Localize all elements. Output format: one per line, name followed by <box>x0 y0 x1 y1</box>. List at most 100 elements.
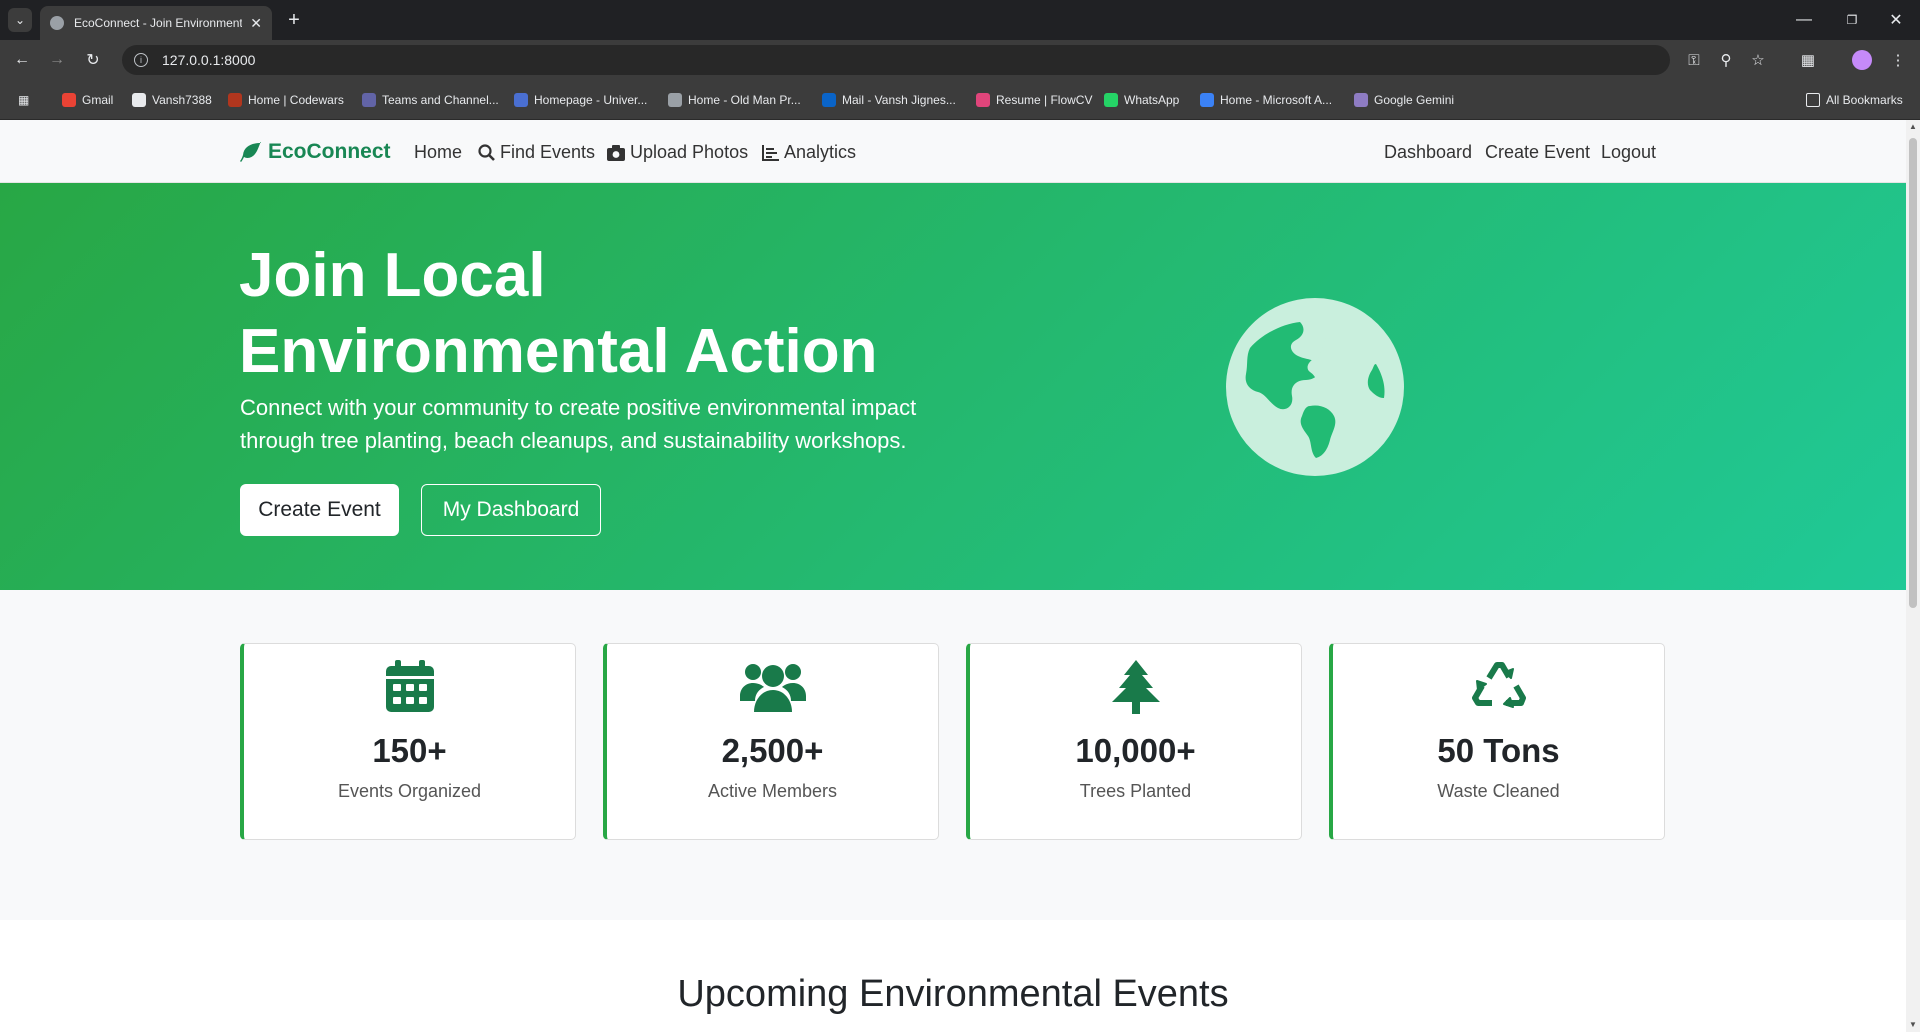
bookmark-item[interactable]: Teams and Channel... <box>362 92 499 108</box>
scroll-down-arrow-icon[interactable]: ▼ <box>1908 1020 1918 1030</box>
bookmark-item[interactable]: Mail - Vansh Jignes... <box>822 92 956 108</box>
bookmark-item[interactable]: Home - Microsoft A... <box>1200 92 1332 108</box>
camera-icon <box>607 144 625 161</box>
nav-home[interactable]: Home <box>414 142 462 163</box>
hero-dashboard-button[interactable]: My Dashboard <box>421 484 601 536</box>
bookmark-item[interactable]: Home | Codewars <box>228 92 344 108</box>
stat-value: 2,500+ <box>721 732 824 769</box>
bookmark-star-icon[interactable]: ☆ <box>1747 48 1769 72</box>
bookmark-item[interactable]: Homepage - Univer... <box>514 92 647 108</box>
bookmark-label: Mail - Vansh Jignes... <box>842 93 956 107</box>
stat-label: Trees Planted <box>1079 781 1192 801</box>
tree-icon <box>970 660 1301 714</box>
stat-value: 150+ <box>372 732 447 769</box>
stat-label: Waste Cleaned <box>1437 781 1560 801</box>
folder-icon <box>1806 93 1820 107</box>
bookmark-item[interactable]: Vansh7388 <box>132 92 212 108</box>
stat-label: Events Organized <box>337 781 482 801</box>
globe-icon <box>1226 298 1404 476</box>
address-url: 127.0.0.1:8000 <box>162 52 256 68</box>
hero-section: Join Local Environmental Action Connect … <box>0 183 1906 590</box>
page-scrollbar[interactable]: ▲ ▼ <box>1906 120 1920 1032</box>
nav-find-events-label: Find Events <box>500 142 596 162</box>
new-tab-button[interactable]: + <box>282 8 306 32</box>
bookmark-label: Home - Microsoft A... <box>1220 93 1333 107</box>
scroll-up-arrow-icon[interactable]: ▲ <box>1908 122 1918 132</box>
bookmark-label: Homepage - Univer... <box>534 93 648 107</box>
nav-create-event[interactable]: Create Event <box>1485 142 1590 163</box>
stat-card-members: 2,500+ Active Members <box>603 643 939 840</box>
calendar-icon <box>244 660 575 712</box>
bookmark-favicon-icon <box>132 93 146 107</box>
password-key-icon[interactable]: ⚿ <box>1683 48 1705 72</box>
apps-grid-icon[interactable]: ▦ <box>18 92 29 108</box>
address-bar[interactable]: i 127.0.0.1:8000 <box>122 45 1670 75</box>
browser-toolbar: ← → ↻ i 127.0.0.1:8000 ⚿ ⚲ ☆ ▦ ⋮ <box>0 40 1920 80</box>
bookmark-label: Google Gemini <box>1374 93 1455 107</box>
bookmark-label: Vansh7388 <box>152 93 212 107</box>
bookmark-item[interactable]: WhatsApp <box>1104 92 1179 108</box>
stat-label: Active Members <box>707 781 838 801</box>
stat-card-events: 150+ Events Organized <box>240 643 576 840</box>
page-viewport: EcoConnect Home Find Events Upload Photo… <box>0 120 1906 1032</box>
site-info-icon[interactable]: i <box>134 53 148 67</box>
recycle-icon <box>1333 660 1664 712</box>
nav-analytics-label: Analytics <box>784 142 857 162</box>
all-bookmarks-label: All Bookmarks <box>1826 93 1903 107</box>
forward-button[interactable]: → <box>45 48 69 72</box>
nav-upload-photos-label: Upload Photos <box>630 142 749 162</box>
brand-name: EcoConnect <box>268 140 391 163</box>
leaf-icon <box>240 142 261 162</box>
stats-section: 150+ Events Organized 2,500+ Active Memb… <box>0 590 1906 920</box>
stat-card-waste: 50 Tons Waste Cleaned <box>1329 643 1665 840</box>
hero-title: Join Local Environmental Action <box>239 238 939 390</box>
users-icon <box>607 660 938 712</box>
bookmark-item[interactable]: Resume | FlowCV <box>976 92 1092 108</box>
profile-avatar[interactable] <box>1851 48 1873 72</box>
bookmark-item[interactable]: Home - Old Man Pr... <box>668 92 801 108</box>
extensions-icon[interactable]: ▦ <box>1797 48 1819 72</box>
restore-button[interactable]: ❐ <box>1828 0 1876 40</box>
bookmark-favicon-icon <box>822 93 836 107</box>
nav-find-events[interactable]: Find Events <box>478 142 595 163</box>
bookmark-favicon-icon <box>1200 93 1214 107</box>
bookmark-favicon-icon <box>976 93 990 107</box>
hero-create-event-button[interactable]: Create Event <box>240 484 399 536</box>
close-window-button[interactable]: ✕ <box>1872 0 1920 40</box>
all-bookmarks-button[interactable]: All Bookmarks <box>1806 92 1903 108</box>
tab-search-button[interactable]: ⌄ <box>8 8 32 32</box>
tab-favicon-icon <box>50 16 64 30</box>
bookmark-item[interactable]: Google Gemini <box>1354 92 1454 108</box>
bookmark-label: WhatsApp <box>1124 93 1180 107</box>
reload-button[interactable]: ↻ <box>81 48 105 72</box>
bookmark-label: Teams and Channel... <box>382 93 499 107</box>
hero-subtitle: Connect with your community to create po… <box>240 391 920 457</box>
hero-subtitle-line1: Connect with your community to create po… <box>240 395 917 420</box>
scrollbar-thumb[interactable] <box>1909 138 1917 608</box>
bookmark-favicon-icon <box>668 93 682 107</box>
tab-close-icon[interactable]: ✕ <box>250 15 262 32</box>
stat-card-trees: 10,000+ Trees Planted <box>966 643 1302 840</box>
brand-link[interactable]: EcoConnect <box>240 140 391 164</box>
browser-menu-icon[interactable]: ⋮ <box>1887 48 1909 72</box>
nav-upload-photos[interactable]: Upload Photos <box>607 142 748 163</box>
back-button[interactable]: ← <box>10 48 34 72</box>
nav-analytics[interactable]: Analytics <box>762 142 856 163</box>
tab-title: EcoConnect - Join Environment <box>74 16 243 30</box>
bookmarks-bar: ▦ Gmail Vansh7388 Home | Codewars Teams and… <box>0 80 1920 120</box>
zoom-icon[interactable]: ⚲ <box>1715 48 1737 72</box>
bookmark-favicon-icon <box>1354 93 1368 107</box>
bookmark-favicon-icon <box>514 93 528 107</box>
stat-value: 10,000+ <box>1075 732 1196 769</box>
bookmark-label: Home | Codewars <box>248 93 344 107</box>
stat-value: 50 Tons <box>1437 732 1560 769</box>
minimize-button[interactable]: — <box>1780 0 1828 40</box>
bookmark-favicon-icon <box>228 93 242 107</box>
nav-logout[interactable]: Logout <box>1601 142 1656 163</box>
browser-tabstrip: ⌄ EcoConnect - Join Environment ✕ + — ❐ … <box>0 0 1920 40</box>
bookmark-label: Gmail <box>82 93 114 107</box>
bookmark-item[interactable]: Gmail <box>62 92 113 108</box>
browser-tab[interactable]: EcoConnect - Join Environment ✕ <box>40 6 272 40</box>
nav-dashboard[interactable]: Dashboard <box>1384 142 1472 163</box>
hero-title-line1: Join Local <box>239 241 546 310</box>
